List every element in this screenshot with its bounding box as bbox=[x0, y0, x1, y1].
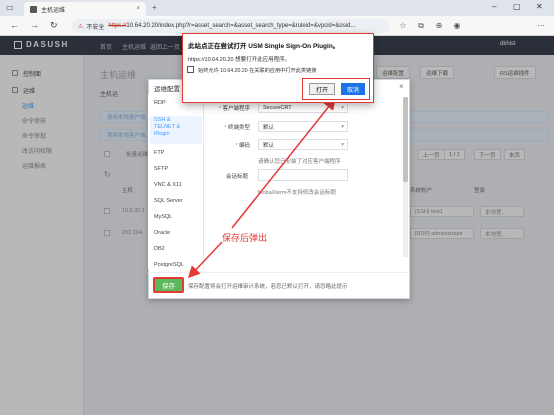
annotation-text: 保存后弹出 bbox=[222, 233, 268, 243]
always-allow-checkbox[interactable] bbox=[187, 66, 194, 73]
arrow-to-save-icon bbox=[187, 241, 223, 279]
prompt-body: https://10.64.20.20 想要打开此应用程序。 bbox=[188, 57, 291, 63]
open-button[interactable]: 打开 bbox=[309, 83, 335, 95]
cancel-button[interactable]: 取消 bbox=[341, 83, 365, 95]
arrow-to-open-icon bbox=[231, 97, 336, 229]
always-allow-label: 始终允许 10.64.20.20 在关联的应用中打开此类链接 bbox=[198, 68, 317, 74]
prompt-title: 此站点正在尝试打开 USM Single Sign-On Plugin。 bbox=[188, 43, 340, 50]
